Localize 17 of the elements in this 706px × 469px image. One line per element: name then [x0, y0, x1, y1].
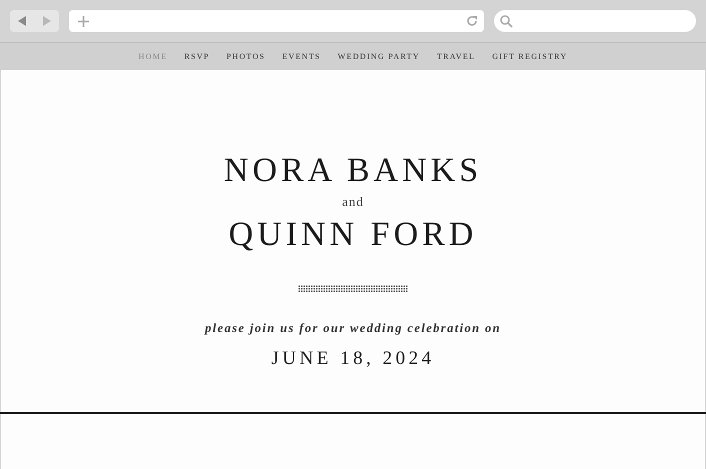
- nav-link[interactable]: EVENTS: [282, 52, 321, 61]
- forward-icon[interactable]: [42, 16, 52, 26]
- plus-icon[interactable]: [78, 16, 89, 26]
- couple-name: QUINN FORD: [228, 218, 478, 252]
- couple-name: NORA BANKS: [224, 154, 482, 188]
- reload-icon[interactable]: [466, 15, 478, 27]
- nav-link[interactable]: GIFT REGISTRY: [492, 52, 568, 61]
- nav-link[interactable]: PHOTOS: [226, 52, 266, 61]
- nav-link[interactable]: TRAVEL: [436, 52, 476, 61]
- search-icon: [500, 14, 513, 28]
- nav-link[interactable]: RSVP: [184, 52, 210, 61]
- search-field[interactable]: [494, 10, 696, 32]
- back-icon[interactable]: [17, 16, 28, 26]
- invitation-text: please join us for our wedding celebration on: [204, 321, 501, 336]
- and-text: and: [342, 194, 364, 210]
- wedding-date: JUNE 18, 2024: [271, 348, 435, 370]
- nav-link[interactable]: WEDDING PARTY: [338, 52, 420, 61]
